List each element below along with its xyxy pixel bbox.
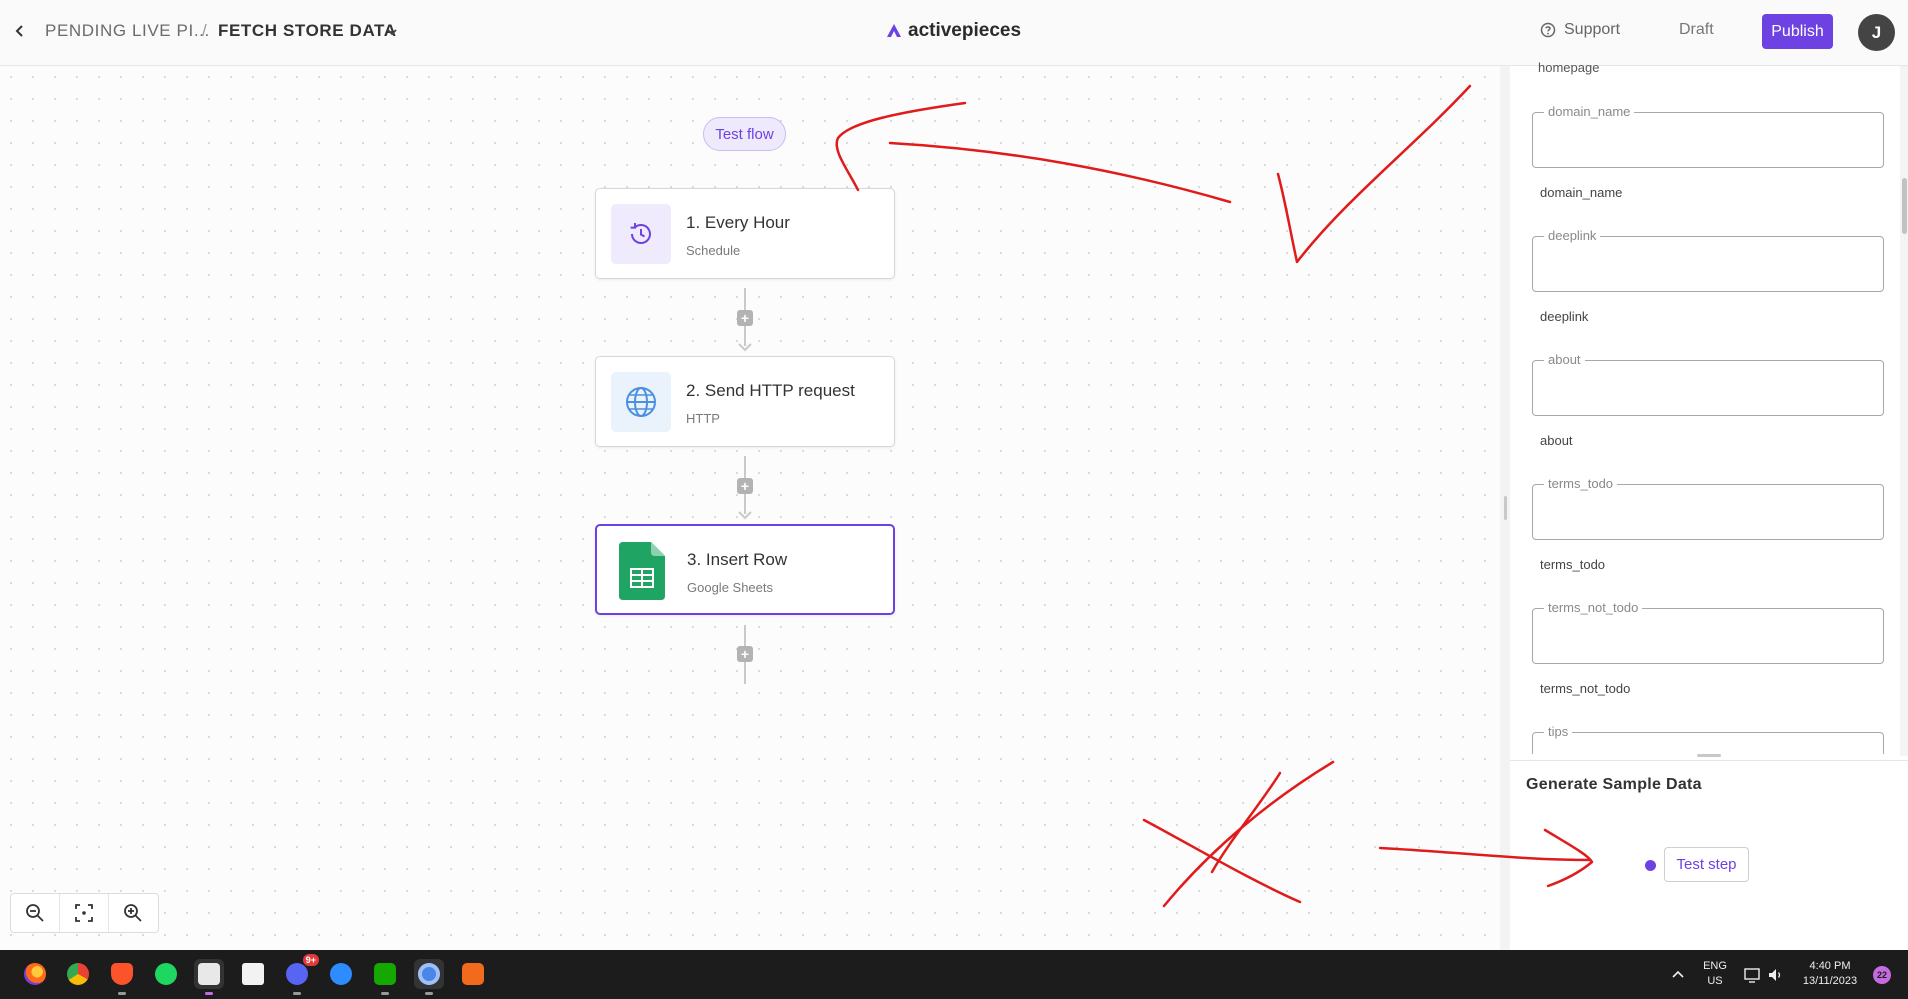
field-legend: about (1544, 352, 1585, 367)
brave-icon[interactable] (107, 959, 137, 995)
running-indicator (118, 992, 126, 995)
panel-scrollbar-thumb[interactable] (1902, 178, 1907, 234)
breadcrumb-flow-name[interactable]: FETCH STORE DATA (218, 21, 397, 41)
clock-time: 4:40 PM (1809, 960, 1851, 972)
keyboard-region: US (1707, 975, 1723, 987)
connector-line (744, 288, 746, 312)
chrome-profile-icon[interactable] (414, 959, 444, 995)
field-label: terms_not_todo (1540, 681, 1631, 696)
firefox-icon[interactable] (20, 959, 50, 989)
step-subtitle: Google Sheets (687, 580, 774, 595)
step-insert-row[interactable]: 3. Insert Row Google Sheets (595, 524, 895, 615)
clock-icon (611, 204, 671, 264)
step-every-hour[interactable]: 1. Every Hour Schedule (595, 188, 895, 279)
breadcrumb-folder[interactable]: PENDING LIVE PI... (45, 21, 210, 41)
field-label: terms_todo (1540, 557, 1606, 572)
field-legend: deeplink (1544, 228, 1601, 243)
publish-button[interactable]: Publish (1762, 14, 1833, 49)
terms-not-todo-field[interactable]: terms_not_todo (1532, 600, 1884, 664)
discord-icon[interactable]: 9+ (282, 954, 319, 995)
deeplink-field[interactable]: deeplink (1532, 228, 1884, 292)
running-indicator (205, 992, 213, 995)
language-indicator[interactable]: ENG US (1700, 959, 1730, 989)
os-taskbar: 9+ ENG US 4:40 PM 13/11/2023 22 (0, 950, 1908, 999)
step-subtitle: Schedule (686, 243, 741, 258)
step-settings-panel: homepage domain_name domain_name deeplin… (1510, 60, 1908, 950)
step-title: 2. Send HTTP request (686, 381, 855, 400)
connector-line (744, 625, 746, 647)
spotify-icon[interactable] (151, 959, 181, 989)
tips-field[interactable]: tips (1532, 724, 1884, 754)
step-title: 3. Insert Row (687, 550, 788, 569)
add-step-button[interactable]: + (737, 646, 753, 662)
zoom-app-icon[interactable] (326, 959, 356, 989)
globe-icon (611, 372, 671, 432)
logo-mark-icon (887, 24, 901, 37)
running-indicator (425, 992, 433, 995)
chrome-icon[interactable] (63, 959, 93, 989)
connector-line (744, 456, 746, 480)
clock[interactable]: 4:40 PM 13/11/2023 (1790, 959, 1870, 989)
readwise-icon[interactable] (238, 959, 268, 989)
help-circle-icon (1540, 22, 1556, 38)
test-step-button[interactable]: Test step (1664, 847, 1749, 882)
orange-app-icon[interactable] (458, 959, 488, 989)
panel-scrollbar[interactable] (1900, 66, 1908, 756)
connector-arrow-icon (738, 511, 752, 520)
logo-text: activepieces (908, 20, 1022, 41)
status-dot (1645, 860, 1656, 871)
test-flow-button[interactable]: Test flow (703, 117, 786, 151)
step-title: 1. Every Hour (686, 213, 790, 232)
top-bar: PENDING LIVE PI... / FETCH STORE DATA ac… (0, 0, 1908, 66)
step-send-http-request[interactable]: 2. Send HTTP request HTTP (595, 356, 895, 447)
monitor-icon[interactable] (1743, 966, 1761, 984)
breadcrumb-separator: / (202, 21, 208, 40)
step-subtitle: HTTP (686, 411, 720, 426)
support-link[interactable]: Support (1540, 21, 1620, 39)
upwork-icon[interactable] (370, 959, 400, 995)
connector-line (744, 662, 746, 684)
fit-view-icon[interactable] (60, 894, 109, 932)
add-step-button[interactable]: + (737, 310, 753, 326)
chevron-down-icon[interactable] (382, 22, 402, 42)
field-legend: tips (1544, 724, 1573, 739)
google-sheets-icon (612, 541, 672, 601)
panel-resize-handle[interactable] (1500, 66, 1510, 950)
draft-status: Draft (1679, 21, 1714, 38)
speaker-icon[interactable] (1766, 966, 1784, 984)
field-label: domain_name (1540, 185, 1623, 200)
field-label: about (1540, 433, 1573, 448)
field-label-homepage: homepage (1538, 60, 1600, 75)
section-resize-handle[interactable] (1697, 754, 1721, 757)
user-avatar[interactable]: J (1858, 14, 1895, 51)
field-legend: terms_not_todo (1544, 600, 1643, 615)
snipping-tool-icon[interactable] (194, 959, 224, 995)
connector-arrow-icon (738, 343, 752, 352)
language-code: ENG (1703, 960, 1727, 972)
support-label: Support (1564, 21, 1621, 38)
zoom-out-icon[interactable] (11, 894, 60, 932)
running-indicator (293, 992, 301, 995)
resize-grip (1504, 496, 1507, 520)
chevron-up-icon[interactable] (1669, 966, 1687, 984)
field-label: deeplink (1540, 309, 1589, 324)
notification-count-badge[interactable]: 22 (1873, 966, 1891, 984)
back-icon[interactable] (6, 17, 34, 45)
section-divider (1510, 760, 1908, 761)
generate-sample-data-title: Generate Sample Data (1526, 776, 1702, 793)
about-field[interactable]: about (1532, 352, 1884, 416)
add-step-button[interactable]: + (737, 478, 753, 494)
domain-name-field[interactable]: domain_name (1532, 104, 1884, 168)
field-legend: terms_todo (1544, 476, 1618, 491)
zoom-in-icon[interactable] (109, 894, 158, 932)
activepieces-logo: activepieces (885, 20, 1021, 42)
zoom-controls (10, 893, 159, 933)
running-indicator (381, 992, 389, 995)
discord-badge: 9+ (302, 954, 319, 966)
clock-date: 13/11/2023 (1802, 975, 1858, 987)
field-legend: domain_name (1544, 104, 1635, 119)
terms-todo-field[interactable]: terms_todo (1532, 476, 1884, 540)
